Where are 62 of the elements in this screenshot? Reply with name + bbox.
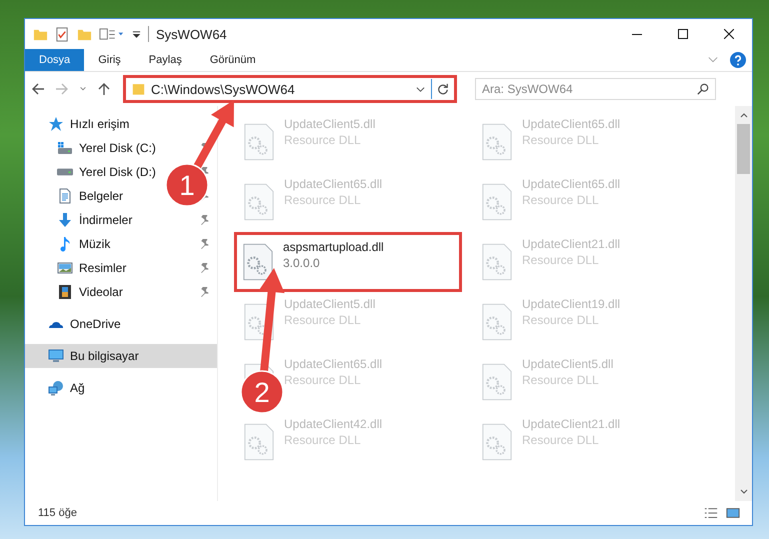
gear-file-icon <box>482 423 512 461</box>
up-arrow-icon[interactable] <box>97 82 111 96</box>
sidebar-item[interactable]: Belgeler <box>79 189 134 203</box>
refresh-icon[interactable] <box>437 83 449 95</box>
expand-ribbon-icon[interactable] <box>708 56 718 64</box>
dropdown-caret-icon[interactable] <box>132 30 141 38</box>
search-icon <box>697 83 709 95</box>
sidebar-item[interactable]: Ağ <box>25 376 217 400</box>
download-icon <box>57 212 73 228</box>
address-bar[interactable]: C:\Windows\SysWOW64 <box>123 75 457 103</box>
details-view-icon[interactable] <box>704 506 718 520</box>
large-icons-view-icon[interactable] <box>726 506 740 520</box>
gear-file-icon <box>482 303 512 341</box>
gear-file-icon <box>482 363 512 401</box>
sidebar-item[interactable]: Hızlı erişim <box>25 112 217 136</box>
step-number: 2 <box>254 377 270 408</box>
sidebar-item[interactable]: Bu bilgisayar <box>25 344 217 368</box>
computer-icon <box>48 348 64 364</box>
caret-icon[interactable] <box>416 84 425 94</box>
document-icon <box>57 188 73 204</box>
step-number: 1 <box>179 170 195 201</box>
back-arrow-icon[interactable] <box>31 82 45 96</box>
gear-file-icon <box>244 423 274 461</box>
step-marker <box>165 163 209 207</box>
close-icon <box>724 29 734 39</box>
ribbon-tab[interactable]: Görünüm <box>196 49 270 71</box>
sidebar-item[interactable]: İndirmeler <box>79 213 134 227</box>
annotation-arrow <box>192 100 234 172</box>
recent-caret-icon[interactable] <box>79 85 87 93</box>
window-title: SysWOW64 <box>156 26 227 42</box>
sidebar-item[interactable]: OneDrive <box>25 312 217 336</box>
sidebar-item[interactable]: Yerel Disk (C:) <box>79 141 156 155</box>
file-name[interactable]: aspsmartupload.dll <box>283 240 384 254</box>
folder-icon <box>132 82 145 96</box>
ribbon-tab[interactable]: Giriş <box>84 49 135 71</box>
step-marker <box>240 370 284 414</box>
gear-file-icon <box>244 183 274 221</box>
help-icon[interactable] <box>730 52 746 68</box>
sidebar-item[interactable]: Müzik <box>79 237 134 251</box>
file-description: 3.0.0.0 <box>283 256 321 270</box>
sidebar-item[interactable]: Yerel Disk (D:) <box>79 165 156 179</box>
scrollbar[interactable] <box>735 106 752 501</box>
sidebar-item[interactable]: Resimler <box>79 261 134 275</box>
picture-icon <box>57 260 73 276</box>
network-icon <box>48 380 64 396</box>
gear-file-icon <box>482 243 512 281</box>
star-icon <box>48 116 64 132</box>
item-count: 115 öğe <box>38 507 77 519</box>
maximize-icon <box>678 29 688 39</box>
sidebar-item[interactable]: Videolar <box>79 285 134 299</box>
ribbon-tab[interactable]: Dosya <box>25 49 84 71</box>
scrollbar-thumb[interactable] <box>737 124 750 174</box>
search-field[interactable]: Ara: SysWOW64 <box>475 78 716 100</box>
gear-file-icon <box>243 243 273 281</box>
properties-icon[interactable] <box>55 26 70 42</box>
customize-toolbar-icon[interactable] <box>99 26 125 42</box>
ribbon-tab[interactable]: Paylaş <box>134 49 196 71</box>
film-icon <box>57 284 73 300</box>
gear-file-icon <box>244 123 274 161</box>
gear-file-icon <box>482 123 512 161</box>
drive-icon <box>57 140 73 156</box>
gear-file-icon <box>482 183 512 221</box>
